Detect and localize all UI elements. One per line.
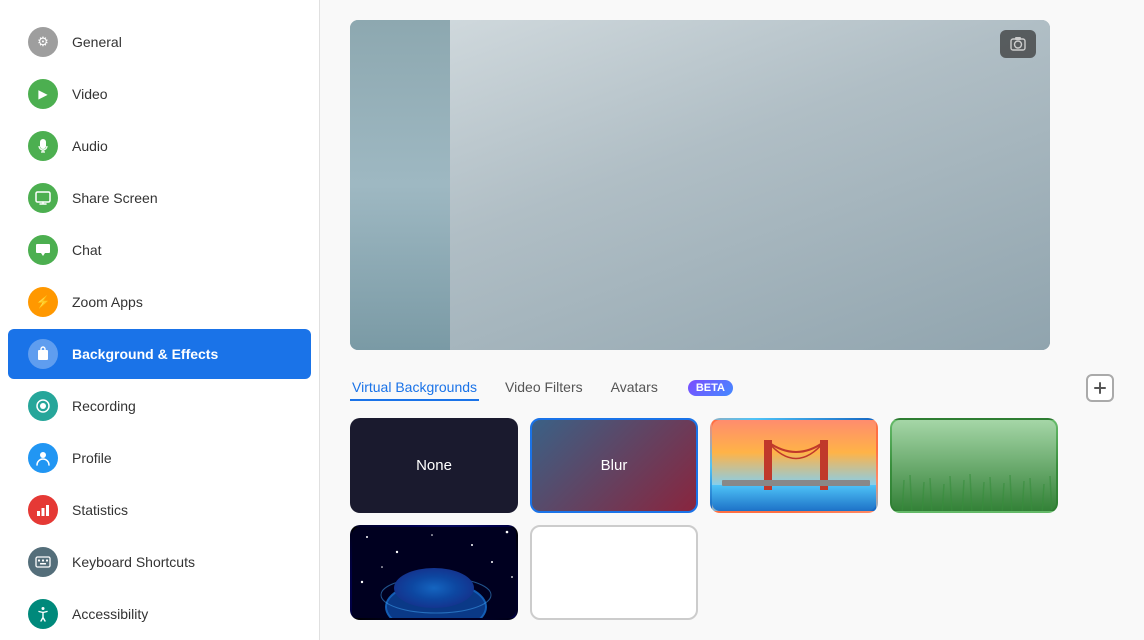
sidebar-item-audio[interactable]: Audio [8, 121, 311, 171]
tab-virtual-backgrounds[interactable]: Virtual Backgrounds [350, 375, 479, 401]
sidebar-item-profile[interactable]: Profile [8, 433, 311, 483]
sidebar-label-keyboard-shortcuts: Keyboard Shortcuts [72, 554, 195, 570]
bg-tile-space[interactable] [350, 525, 518, 620]
sidebar-label-accessibility: Accessibility [72, 606, 148, 622]
zoom-apps-icon: ⚡ [28, 287, 58, 317]
sidebar-label-share-screen: Share Screen [72, 190, 158, 206]
bg-tile-grass[interactable] [890, 418, 1058, 513]
sidebar-item-chat[interactable]: Chat [8, 225, 311, 275]
sidebar-label-chat: Chat [72, 242, 102, 258]
sidebar-item-general[interactable]: ⚙ General [8, 17, 311, 67]
add-background-button[interactable] [1086, 374, 1114, 402]
audio-icon [28, 131, 58, 161]
sidebar-label-audio: Audio [72, 138, 108, 154]
bg-tile-blur[interactable]: Blur [530, 418, 698, 513]
video-icon: ▶ [28, 79, 58, 109]
bg-tile-none[interactable]: None [350, 418, 518, 513]
keyboard-shortcuts-icon [28, 547, 58, 577]
sidebar-item-statistics[interactable]: Statistics [8, 485, 311, 535]
chat-icon [28, 235, 58, 265]
beta-badge: BETA [688, 380, 733, 396]
accessibility-icon [28, 599, 58, 629]
profile-icon [28, 443, 58, 473]
bg-tile-blur-label: Blur [601, 457, 628, 474]
background-effects-icon [28, 339, 58, 369]
sidebar-label-profile: Profile [72, 450, 112, 466]
bg-tile-none-label: None [416, 457, 452, 474]
sidebar-label-statistics: Statistics [72, 502, 128, 518]
share-screen-icon [28, 183, 58, 213]
sidebar-label-zoom-apps: Zoom Apps [72, 294, 143, 310]
sidebar-label-recording: Recording [72, 398, 136, 414]
background-tiles: None Blur [350, 418, 1114, 620]
tab-video-filters[interactable]: Video Filters [503, 375, 585, 401]
tab-avatars[interactable]: Avatars [609, 375, 660, 401]
recording-icon [28, 391, 58, 421]
video-preview [350, 20, 1050, 350]
statistics-icon [28, 495, 58, 525]
video-preview-main-panel [450, 20, 1050, 350]
sidebar-item-accessibility[interactable]: Accessibility [8, 589, 311, 639]
sidebar-item-recording[interactable]: Recording [8, 381, 311, 431]
sidebar-label-video: Video [72, 86, 108, 102]
sidebar-item-zoom-apps[interactable]: ⚡ Zoom Apps [8, 277, 311, 327]
sidebar-label-background-effects: Background & Effects [72, 346, 218, 362]
tabs-row: Virtual Backgrounds Video Filters Avatar… [350, 374, 1114, 402]
sidebar-item-share-screen[interactable]: Share Screen [8, 173, 311, 223]
sidebar-item-background-effects[interactable]: Background & Effects [8, 329, 311, 379]
sidebar-item-video[interactable]: ▶ Video [8, 69, 311, 119]
bg-tile-blank[interactable] [530, 525, 698, 620]
general-icon: ⚙ [28, 27, 58, 57]
main-content: Virtual Backgrounds Video Filters Avatar… [320, 0, 1144, 640]
sidebar: ⚙ General ▶ Video Audio Share Screen Cha… [0, 0, 320, 640]
sidebar-label-general: General [72, 34, 122, 50]
sidebar-item-keyboard-shortcuts[interactable]: Keyboard Shortcuts [8, 537, 311, 587]
camera-switch-icon[interactable] [1000, 30, 1036, 58]
bg-tile-bridge[interactable] [710, 418, 878, 513]
